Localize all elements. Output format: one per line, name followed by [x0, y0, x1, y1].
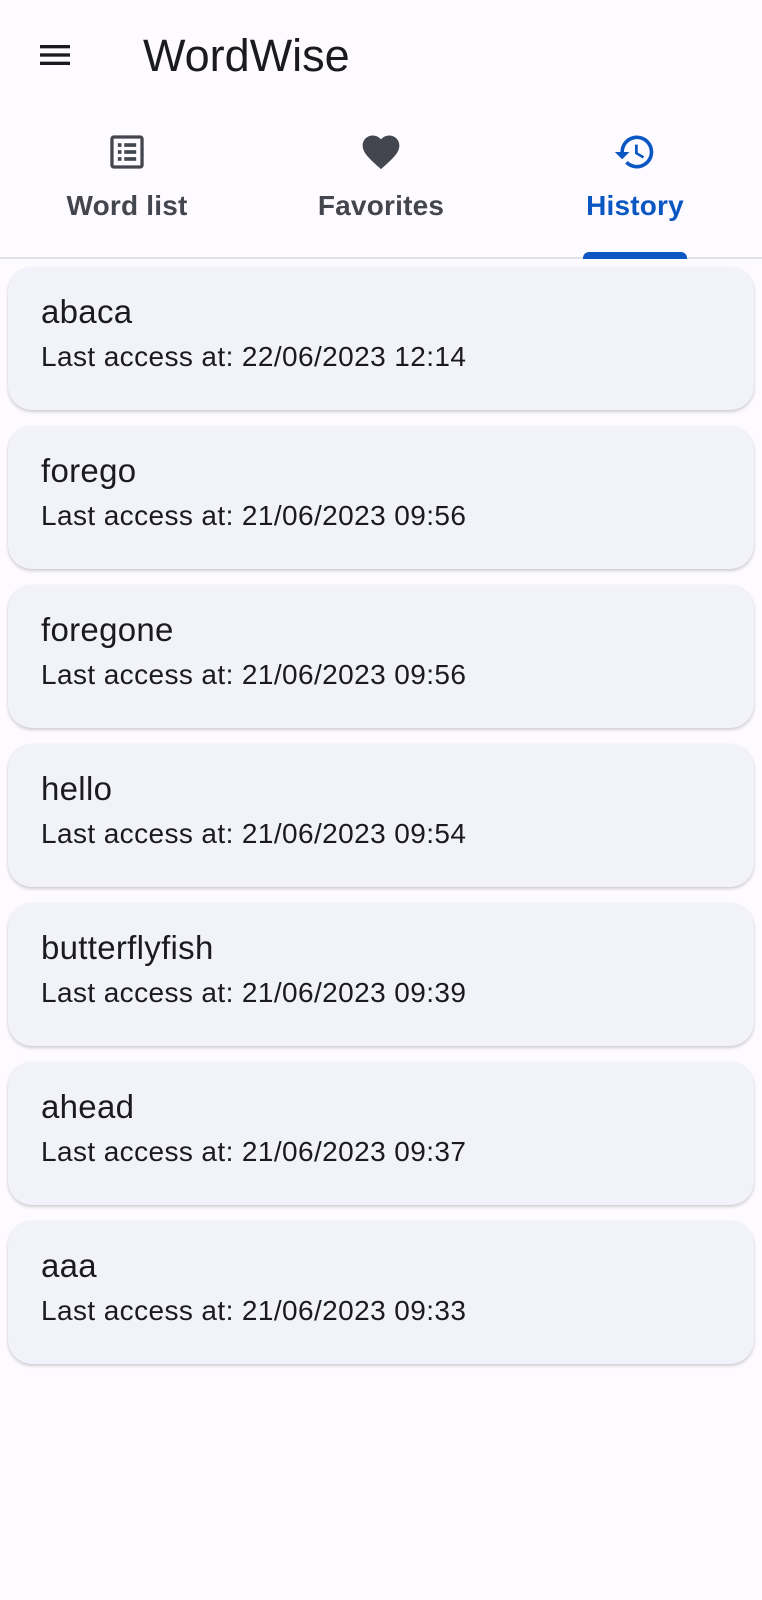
hamburger-menu-icon — [40, 45, 70, 65]
tab-favorites-label: Favorites — [317, 190, 445, 221]
history-last-access: Last access at: 21/06/2023 09:39 — [41, 977, 467, 1008]
history-last-access: Last access at: 21/06/2023 09:54 — [41, 818, 467, 849]
active-tab-indicator — [583, 252, 687, 259]
list-alt-icon — [105, 130, 149, 174]
tab-history-label: History — [586, 190, 684, 221]
history-word: aaa — [41, 1247, 97, 1284]
app-bar: WordWise — [0, 0, 762, 112]
tab-history[interactable]: History — [508, 112, 762, 259]
history-last-access: Last access at: 21/06/2023 09:37 — [41, 1136, 467, 1167]
history-word: hello — [41, 770, 113, 807]
history-last-access: Last access at: 21/06/2023 09:56 — [41, 500, 467, 531]
heart-icon — [359, 130, 403, 174]
history-word: forego — [41, 452, 137, 489]
history-card[interactable]: hello Last access at: 21/06/2023 09:54 — [8, 744, 754, 887]
tab-favorites[interactable]: Favorites — [254, 112, 508, 257]
history-last-access: Last access at: 21/06/2023 09:56 — [41, 659, 467, 690]
history-word: ahead — [41, 1088, 135, 1125]
history-last-access: Last access at: 21/06/2023 09:33 — [41, 1295, 467, 1326]
history-card[interactable]: forego Last access at: 21/06/2023 09:56 — [8, 426, 754, 569]
tab-bar: Word list Favorites History — [0, 112, 762, 259]
history-word: butterflyfish — [41, 929, 214, 966]
history-list: abaca Last access at: 22/06/2023 12:14 f… — [8, 267, 754, 1380]
history-icon — [613, 130, 657, 174]
history-card[interactable]: abaca Last access at: 22/06/2023 12:14 — [8, 267, 754, 410]
history-word: foregone — [41, 611, 174, 648]
history-card[interactable]: butterflyfish Last access at: 21/06/2023… — [8, 903, 754, 1046]
history-word: abaca — [41, 293, 133, 330]
tab-word-list-label: Word list — [66, 190, 188, 221]
history-card[interactable]: aaa Last access at: 21/06/2023 09:33 — [8, 1221, 754, 1364]
tab-word-list[interactable]: Word list — [0, 112, 254, 257]
history-card[interactable]: ahead Last access at: 21/06/2023 09:37 — [8, 1062, 754, 1205]
app-title: WordWise — [143, 30, 350, 81]
menu-button[interactable] — [27, 27, 83, 83]
history-last-access: Last access at: 22/06/2023 12:14 — [41, 341, 467, 372]
history-card[interactable]: foregone Last access at: 21/06/2023 09:5… — [8, 585, 754, 728]
